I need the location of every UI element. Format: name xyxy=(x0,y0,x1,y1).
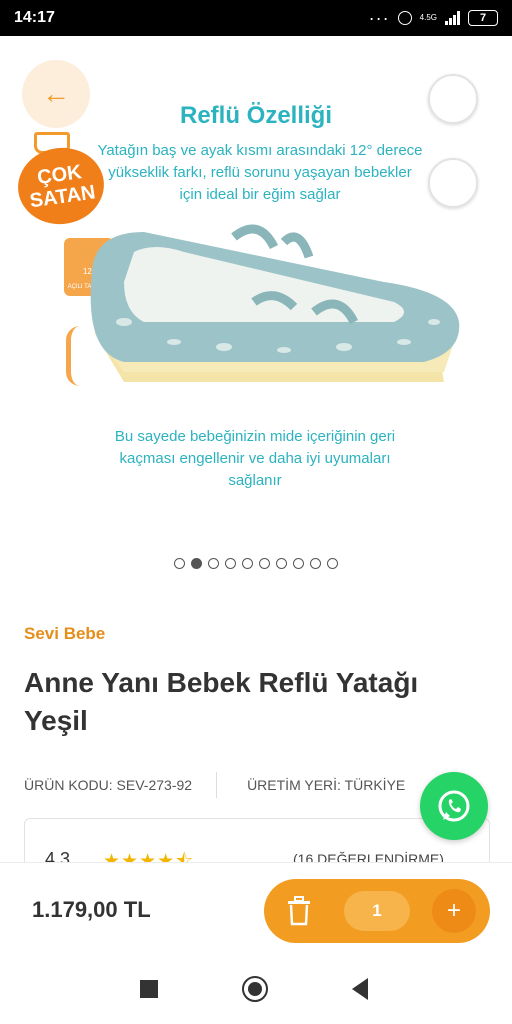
pagination-dot[interactable] xyxy=(208,558,219,569)
increase-quantity-button[interactable]: + xyxy=(432,889,476,933)
pagination-dot[interactable] xyxy=(276,558,287,569)
pagination-dot[interactable] xyxy=(191,558,202,569)
status-bar: 14:17 ··· 4.5G 7 xyxy=(0,0,512,36)
battery-icon: 7 xyxy=(468,10,498,26)
slide-title: Reflü Özelliği xyxy=(179,102,332,129)
more-notifications-icon: ··· xyxy=(368,8,390,28)
plus-icon: + xyxy=(446,897,461,924)
best-seller-badge: ÇOK SATAN xyxy=(13,132,109,230)
slide-footer-text: Bu sayede bebeğinizin mide içeriğinin ge… xyxy=(114,428,396,489)
quantity-value[interactable]: 1 xyxy=(344,891,410,931)
cart-controls: 1 + xyxy=(264,879,490,943)
price: 1.179,00 TL xyxy=(32,897,151,922)
pagination-dot[interactable] xyxy=(259,558,270,569)
product-gallery[interactable]: ← Reflü Özelliği Yatağın baş ve ayak kıs… xyxy=(0,36,512,582)
whatsapp-button[interactable] xyxy=(420,772,488,840)
home-icon[interactable] xyxy=(242,976,268,1002)
pagination-dot[interactable] xyxy=(174,558,185,569)
product-code: ÜRÜN KODU: SEV-273-92 xyxy=(24,777,193,793)
status-time: 14:17 xyxy=(14,9,55,26)
network-type: 4.5G xyxy=(419,13,437,22)
brand-name[interactable]: Sevi Bebe xyxy=(24,624,105,644)
product-image xyxy=(90,224,460,382)
system-nav-bar xyxy=(0,956,512,1024)
pagination-dot[interactable] xyxy=(242,558,253,569)
product-title: Anne Yanı Bebek Reflü Yatağı Yeşil xyxy=(24,667,419,736)
share-button[interactable] xyxy=(428,158,478,208)
trash-icon[interactable] xyxy=(286,896,312,926)
whatsapp-icon xyxy=(438,790,470,822)
recent-apps-icon[interactable] xyxy=(140,980,158,998)
back-triangle-icon[interactable] xyxy=(352,978,368,1000)
signal-icon xyxy=(445,11,460,25)
slide-description: Yatağın baş ve ayak kısmı arasındaki 12°… xyxy=(97,142,423,203)
pagination-dot[interactable] xyxy=(327,558,338,569)
purchase-bar: 1.179,00 TL 1 + xyxy=(0,862,512,957)
status-icons: ··· 4.5G 7 xyxy=(368,8,498,28)
pagination-dot[interactable] xyxy=(293,558,304,569)
incline-bracket-icon xyxy=(66,326,85,386)
pagination-dot[interactable] xyxy=(310,558,321,569)
production-origin: ÜRETİM YERİ: TÜRKİYE xyxy=(247,777,406,793)
gallery-pagination[interactable] xyxy=(0,558,512,569)
pagination-dot[interactable] xyxy=(225,558,236,569)
alarm-icon xyxy=(397,11,412,25)
divider xyxy=(216,772,218,798)
